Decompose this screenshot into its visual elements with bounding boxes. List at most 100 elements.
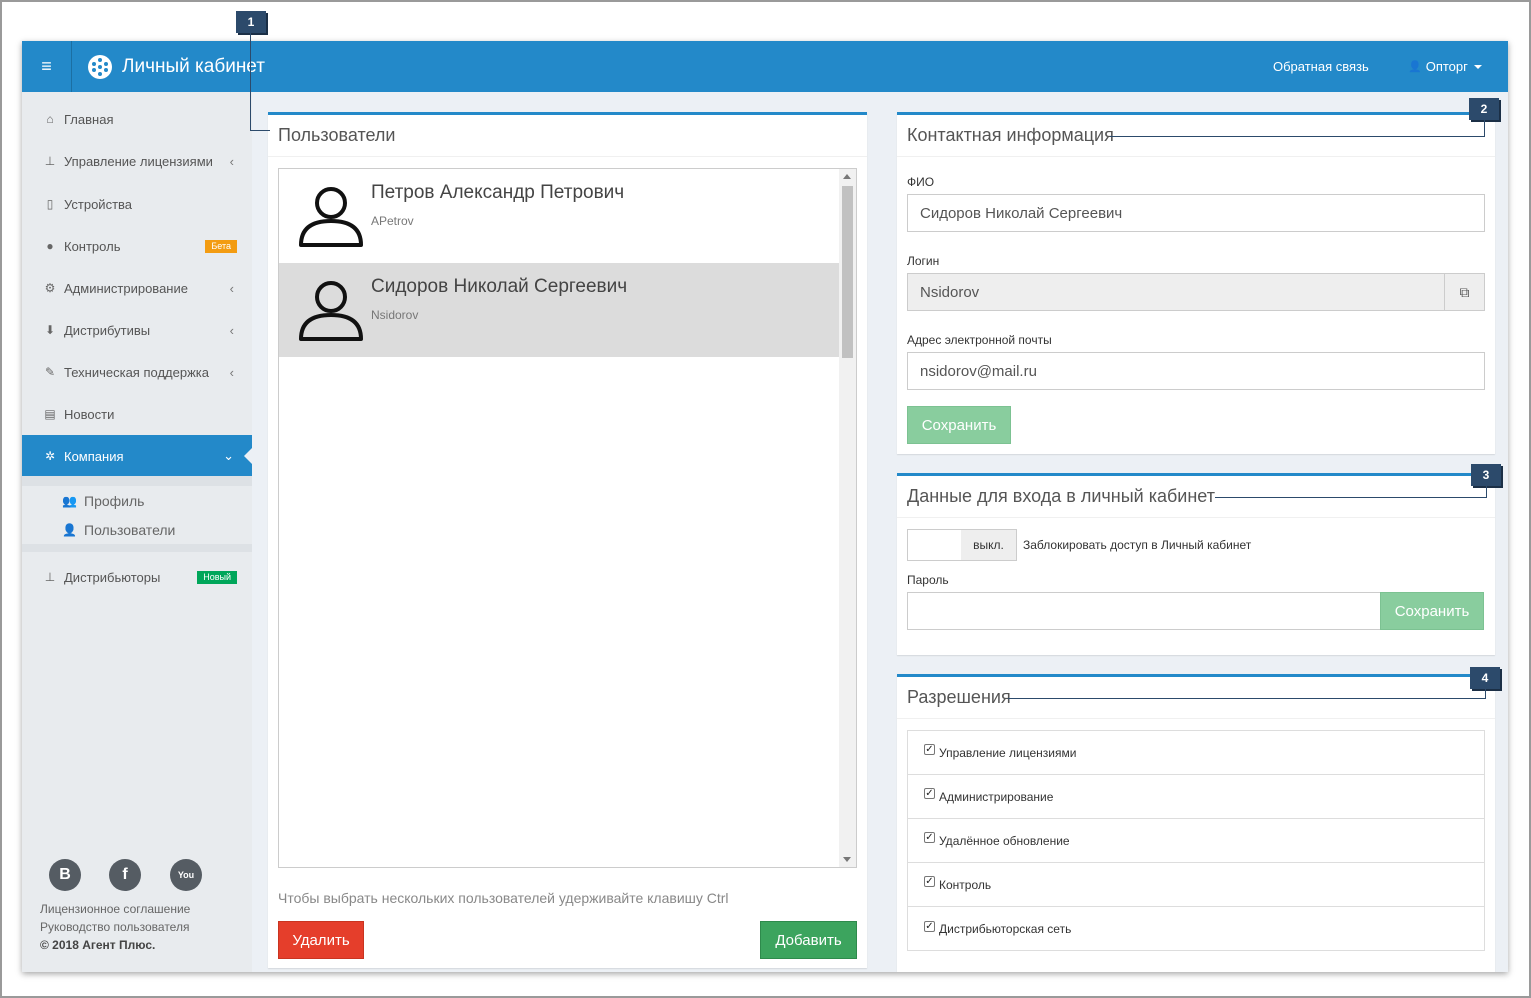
sidebar-item-distributors[interactable]: ⊥ Дистрибьюторы Новый	[22, 556, 252, 598]
checkbox-checked-icon[interactable]: ✓	[924, 788, 935, 799]
password-field[interactable]	[907, 592, 1381, 630]
facebook-icon[interactable]: f	[109, 859, 141, 891]
sidebar-item-company[interactable]: ✲ Компания ⌄	[22, 435, 252, 477]
email-field[interactable]: nsidorov@mail.ru	[907, 352, 1485, 390]
permission-row[interactable]: ✓ Удалённое обновление	[908, 819, 1484, 863]
scroll-thumb[interactable]	[842, 186, 853, 358]
feedback-link[interactable]: Обратная связь	[1273, 41, 1369, 92]
user-list[interactable]: Петров Александр Петрович APetrov Сидоро…	[278, 168, 857, 868]
user-guide-link[interactable]: Руководство пользователя	[40, 920, 189, 934]
user-login: APetrov	[371, 214, 414, 228]
scroll-down-icon[interactable]	[843, 857, 851, 862]
permission-label: Контроль	[939, 877, 992, 892]
scroll-up-icon[interactable]	[843, 174, 851, 179]
callout-2: 2	[1469, 98, 1499, 120]
login-value: Nsidorov	[920, 283, 980, 301]
callout-3: 3	[1471, 464, 1501, 486]
user-avatar-icon	[299, 281, 363, 341]
sidebar-item-news[interactable]: ▤ Новости	[22, 393, 252, 435]
chevron-left-icon: ‹	[229, 153, 234, 169]
hamburger-icon[interactable]: ≡	[22, 41, 72, 92]
brand[interactable]: Личный кабинет	[88, 41, 265, 92]
save-contact-button[interactable]: Сохранить	[907, 406, 1011, 444]
chevron-left-icon: ‹	[229, 280, 234, 296]
list-item[interactable]: Петров Александр Петрович APetrov	[279, 169, 839, 263]
user-avatar-icon	[299, 187, 363, 247]
divider	[268, 156, 867, 157]
callout-line	[1215, 497, 1487, 498]
sidebar-item-label: Компания	[64, 448, 124, 464]
cogs-icon: ⚙	[44, 281, 56, 295]
new-badge: Новый	[197, 570, 237, 584]
sidebar-subitem-users[interactable]: 👤 Пользователи	[22, 515, 252, 544]
beta-badge: Бета	[205, 239, 237, 253]
sitemap-icon: ⊥	[44, 154, 56, 168]
brand-logo-icon	[88, 54, 112, 79]
gear-icon: ✲	[44, 449, 56, 463]
vk-icon[interactable]: B	[49, 859, 81, 891]
permission-label: Дистрибьюторская сеть	[939, 922, 1072, 936]
sidebar-item-admin[interactable]: ⚙ Администрирование ‹	[22, 267, 252, 309]
license-link[interactable]: Лицензионное соглашение	[40, 902, 190, 916]
block-access-label: Заблокировать доступ в Личный кабинет	[1023, 538, 1252, 552]
scrollbar[interactable]	[839, 169, 856, 867]
chevron-left-icon: ‹	[229, 322, 234, 338]
callout-line	[1485, 689, 1486, 698]
sidebar-item-label: Дистрибьюторы	[64, 569, 161, 585]
user-menu[interactable]: 👤 Опторг	[1408, 41, 1482, 92]
brand-title: Личный кабинет	[122, 55, 265, 77]
permission-row[interactable]: ✓ Управление лицензиями	[908, 731, 1484, 775]
contact-panel: Контактная информация ФИО Сидоров Никола…	[897, 112, 1495, 454]
copy-icon[interactable]: ⧉	[1444, 274, 1484, 310]
callout-line	[1008, 698, 1486, 699]
login-field: Nsidorov ⧉	[907, 273, 1485, 311]
delete-button[interactable]: Удалить	[278, 921, 364, 959]
sidebar: ⌂ Главная ⊥ Управление лицензиями ‹ ▯ Ус…	[22, 92, 252, 972]
callout-1: 1	[236, 11, 266, 33]
add-button[interactable]: Добавить	[760, 921, 857, 959]
sidebar-item-devices[interactable]: ▯ Устройства	[22, 183, 252, 225]
block-access-toggle[interactable]: выкл.	[907, 529, 1017, 561]
checkbox-checked-icon[interactable]: ✓	[924, 744, 935, 755]
sidebar-item-home[interactable]: ⌂ Главная	[22, 98, 252, 140]
panel-title: Данные для входа в личный кабинет	[907, 486, 1215, 506]
permission-row[interactable]: ✓ Администрирование	[908, 775, 1484, 819]
callout-line	[1110, 136, 1485, 137]
divider	[897, 156, 1495, 157]
save-password-button[interactable]: Сохранить	[1380, 592, 1484, 630]
sidebar-item-label: Дистрибутивы	[64, 322, 151, 338]
toggle-state: выкл.	[961, 530, 1016, 560]
sidebar-item-label: Новости	[64, 406, 115, 422]
callout-line	[250, 130, 270, 131]
sidebar-item-control[interactable]: ● Контроль Бета	[22, 225, 252, 267]
permissions-panel: Разрешения ✓ Управление лицензиями ✓ Адм…	[897, 674, 1495, 972]
checkbox-checked-icon[interactable]: ✓	[924, 920, 935, 932]
company-submenu: 👥 Профиль 👤 Пользователи	[22, 476, 252, 552]
fio-field[interactable]: Сидоров Николай Сергеевич	[907, 194, 1485, 232]
sidebar-item-label: Контроль	[64, 238, 121, 254]
sidebar-item-label: Администрирование	[64, 280, 188, 296]
sidebar-item-support[interactable]: ✎ Техническая поддержка ‹	[22, 351, 252, 393]
panel-title: Контактная информация	[907, 125, 1114, 145]
sidebar-subitem-profile[interactable]: 👥 Профиль	[22, 486, 252, 515]
sidebar-item-distributions[interactable]: ⬇ Дистрибутивы ‹	[22, 309, 252, 351]
permission-label: Администрирование	[939, 789, 1054, 804]
list-item-selected[interactable]: Сидоров Николай Сергеевич Nsidorov	[279, 263, 839, 357]
youtube-icon[interactable]: You	[170, 859, 202, 891]
login-data-panel: Данные для входа в личный кабинет выкл. …	[897, 473, 1495, 655]
sitemap-icon: ⊥	[44, 570, 56, 584]
divider	[897, 718, 1495, 719]
multi-select-hint: Чтобы выбрать нескольких пользователей у…	[278, 890, 729, 906]
sidebar-item-label: Управление лицензиями	[64, 153, 213, 169]
sidebar-item-licenses[interactable]: ⊥ Управление лицензиями ‹	[22, 140, 252, 182]
callout-line	[250, 33, 251, 131]
sidebar-item-label: Техническая поддержка	[64, 364, 209, 380]
user-full-name: Петров Александр Петрович	[371, 182, 625, 203]
permission-row[interactable]: ✓ Дистрибьюторская сеть	[908, 907, 1484, 951]
chevron-left-icon: ‹	[229, 364, 234, 380]
permission-label: Управление лицензиями	[939, 745, 1077, 760]
checkbox-checked-icon[interactable]: ✓	[924, 876, 935, 887]
sidebar-item-label: Главная	[64, 111, 114, 127]
checkbox-checked-icon[interactable]: ✓	[924, 832, 935, 843]
permission-row[interactable]: ✓ Контроль	[908, 863, 1484, 907]
